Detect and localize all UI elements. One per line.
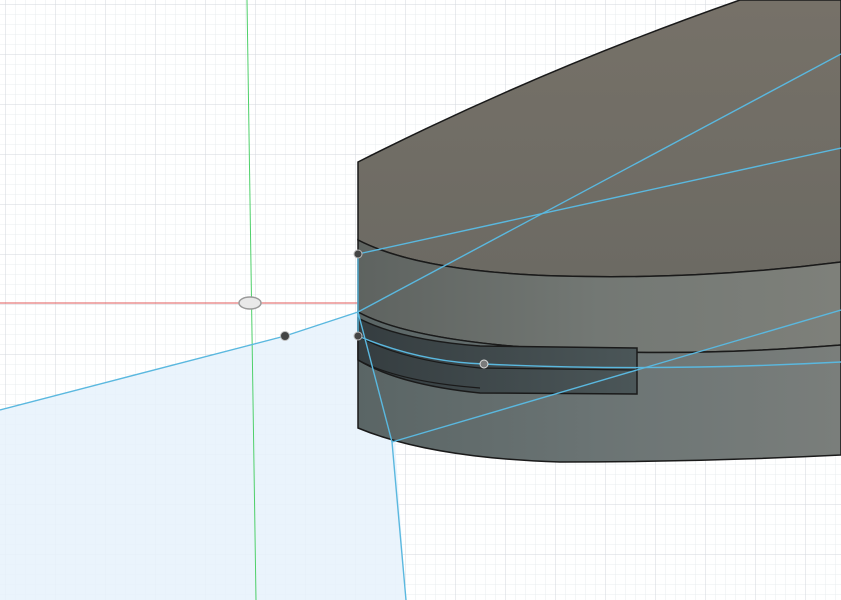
sketch-point-icon[interactable]: [353, 249, 363, 259]
sketch-point-icon[interactable]: [353, 331, 363, 341]
sketch-point-icon[interactable]: [479, 359, 489, 369]
sketch-point-icon[interactable]: [280, 331, 290, 341]
canvas-viewport[interactable]: [0, 0, 841, 600]
origin-icon[interactable]: [238, 296, 262, 310]
